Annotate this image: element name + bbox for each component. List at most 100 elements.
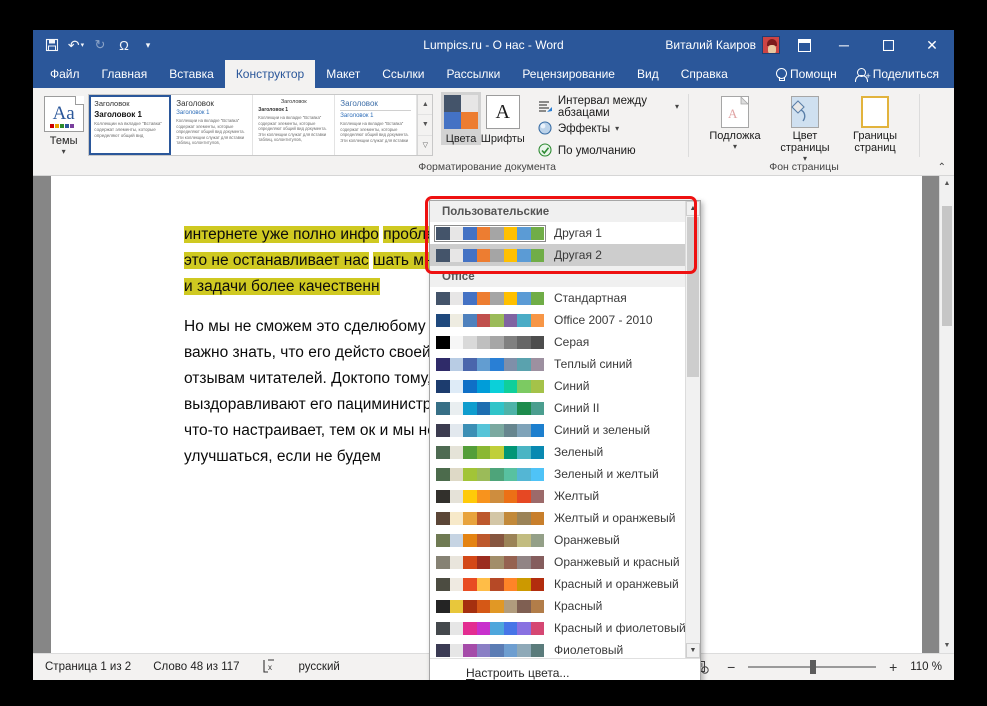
customize-qat-icon[interactable]: ▾ bbox=[137, 34, 159, 56]
customize-colors-button[interactable]: Настроить цвета... bbox=[430, 659, 700, 680]
effects-button[interactable]: Эффекты ▾ bbox=[535, 119, 682, 138]
save-icon[interactable] bbox=[41, 34, 63, 56]
chevron-down-icon[interactable]: ▾ bbox=[675, 102, 679, 111]
page-borders-button[interactable]: Границы страниц bbox=[841, 92, 909, 154]
theme-color-label: Синий и зеленый bbox=[554, 423, 650, 437]
zoom-out-button[interactable]: − bbox=[724, 659, 738, 675]
page-indicator[interactable]: Страница 1 из 2 bbox=[45, 661, 131, 673]
ribbon-tabs: Файл Главная Вставка Конструктор Макет С… bbox=[33, 60, 954, 88]
tab-file[interactable]: Файл bbox=[39, 60, 91, 88]
scroll-up-icon[interactable]: ▲ bbox=[940, 176, 954, 191]
tab-review[interactable]: Рецензирование bbox=[511, 60, 626, 88]
theme-color-item[interactable]: Синий II bbox=[430, 397, 700, 419]
theme-color-label: Оранжевый bbox=[554, 533, 620, 547]
style-subtitle: Заголовок 1 bbox=[94, 110, 165, 119]
style-set-gallery: Заголовок Заголовок 1 Коллекции на вклад… bbox=[88, 94, 433, 156]
watermark-caret-icon[interactable]: ▾ bbox=[733, 143, 737, 151]
style-title: Заголовок bbox=[176, 99, 247, 108]
tab-layout[interactable]: Макет bbox=[315, 60, 371, 88]
style-set-item[interactable]: Заголовок Заголовок 1 Коллекции на вклад… bbox=[335, 95, 417, 155]
document-scrollbar[interactable]: ▲ ▼ bbox=[939, 176, 954, 653]
zoom-level[interactable]: 110 % bbox=[910, 661, 942, 673]
tab-design[interactable]: Конструктор bbox=[225, 60, 315, 88]
page-color-button[interactable]: Цвет страницы ▾ bbox=[771, 92, 839, 163]
theme-color-item[interactable]: Теплый синий bbox=[430, 353, 700, 375]
svg-text:A: A bbox=[728, 106, 738, 121]
watermark-button[interactable]: A Подложка ▾ bbox=[701, 92, 769, 151]
tab-home[interactable]: Главная bbox=[91, 60, 159, 88]
theme-color-swatch bbox=[436, 600, 544, 613]
theme-color-item[interactable]: Серая bbox=[430, 331, 700, 353]
tab-references[interactable]: Ссылки bbox=[371, 60, 435, 88]
paragraph-2-line-5: что-то настраивает, тем о bbox=[184, 422, 368, 439]
scrollbar-thumb[interactable] bbox=[942, 206, 952, 326]
dropdown-scroll-down-icon[interactable]: ▼ bbox=[686, 643, 700, 658]
theme-fonts-button[interactable]: A Шрифты bbox=[481, 92, 525, 145]
spell-check-icon[interactable]: x bbox=[262, 659, 277, 676]
chevron-down-icon[interactable]: ▾ bbox=[615, 124, 619, 133]
collapse-ribbon-icon[interactable]: ⌃ bbox=[938, 162, 946, 173]
symbol-omega-icon[interactable]: Ω bbox=[113, 34, 135, 56]
share-button[interactable]: + Поделиться bbox=[848, 60, 946, 88]
theme-color-item[interactable]: Оранжевый bbox=[430, 529, 700, 551]
theme-color-item[interactable]: Другая 1 bbox=[430, 222, 700, 244]
account-info[interactable]: Виталий Каиров bbox=[665, 36, 786, 54]
themes-button[interactable]: Aa Темы ▾ bbox=[39, 92, 88, 156]
theme-color-swatch bbox=[436, 512, 544, 525]
paragraph-2-line-4: выздоравливают его паци bbox=[184, 396, 371, 413]
style-set-item[interactable]: Заголовок Заголовок 1 Коллекции на вклад… bbox=[253, 95, 335, 155]
theme-colors-dropdown: ПользовательскиеДругая 1Другая 2OfficeСт… bbox=[429, 200, 701, 680]
theme-color-item[interactable]: Зеленый bbox=[430, 441, 700, 463]
word-count[interactable]: Слово 48 из 117 bbox=[153, 661, 239, 673]
gallery-scroll-up-icon[interactable]: ▲ bbox=[418, 95, 432, 115]
style-body: Коллекции на вкладке "Вставка" содержат … bbox=[258, 115, 329, 143]
tab-view[interactable]: Вид bbox=[626, 60, 670, 88]
set-as-default-button[interactable]: По умолчанию bbox=[535, 141, 682, 160]
avatar[interactable] bbox=[762, 36, 780, 54]
paragraph-2-line-1: Но мы не сможем это сдел bbox=[184, 318, 378, 335]
zoom-slider-knob[interactable] bbox=[810, 660, 816, 674]
minimize-button[interactable]: ─ bbox=[822, 30, 866, 60]
theme-color-item[interactable]: Другая 2 bbox=[430, 244, 700, 266]
style-title: Заголовок bbox=[258, 99, 329, 105]
theme-color-label: Красный и оранжевый bbox=[554, 577, 679, 591]
style-set-item[interactable]: Заголовок Заголовок 1 Коллекции на вклад… bbox=[89, 95, 171, 155]
scroll-down-icon[interactable]: ▼ bbox=[940, 638, 954, 653]
theme-color-item[interactable]: Синий и зеленый bbox=[430, 419, 700, 441]
themes-caret-icon[interactable]: ▾ bbox=[62, 148, 66, 156]
undo-icon[interactable]: ↶▾ bbox=[65, 34, 87, 56]
close-button[interactable]: ✕ bbox=[910, 30, 954, 60]
ribbon-display-options-icon[interactable] bbox=[786, 30, 822, 60]
gallery-more-icon[interactable]: ▽ bbox=[418, 136, 432, 155]
tab-insert[interactable]: Вставка bbox=[158, 60, 225, 88]
maximize-button[interactable] bbox=[866, 30, 910, 60]
theme-color-item[interactable]: Красный и оранжевый bbox=[430, 573, 700, 595]
dropdown-scrollbar-thumb[interactable] bbox=[687, 217, 699, 377]
language-indicator[interactable]: русский bbox=[299, 661, 340, 673]
tab-help[interactable]: Справка bbox=[670, 60, 739, 88]
tab-mailings[interactable]: Рассылки bbox=[435, 60, 511, 88]
theme-color-item[interactable]: Красный и фиолетовый bbox=[430, 617, 700, 639]
theme-color-item[interactable]: Синий bbox=[430, 375, 700, 397]
dropdown-scrollbar[interactable]: ▲ ▼ bbox=[685, 201, 700, 658]
theme-color-item[interactable]: Желтый и оранжевый bbox=[430, 507, 700, 529]
style-set-item[interactable]: Заголовок Заголовок 1 Коллекции на вклад… bbox=[171, 95, 253, 155]
tell-me-button[interactable]: Помощн bbox=[768, 60, 844, 88]
zoom-slider[interactable] bbox=[748, 657, 876, 677]
dropdown-scroll-up-icon[interactable]: ▲ bbox=[686, 201, 700, 216]
theme-color-item[interactable]: Оранжевый и красный bbox=[430, 551, 700, 573]
redo-icon[interactable]: ↻ bbox=[89, 34, 111, 56]
theme-color-item[interactable]: Фиолетовый bbox=[430, 639, 700, 658]
theme-color-item[interactable]: Желтый bbox=[430, 485, 700, 507]
theme-color-swatch bbox=[436, 556, 544, 569]
theme-colors-button[interactable]: Цвета bbox=[441, 92, 480, 145]
theme-color-item[interactable]: Зеленый и желтый bbox=[430, 463, 700, 485]
zoom-in-button[interactable]: + bbox=[886, 659, 900, 675]
theme-color-item[interactable]: Стандартная bbox=[430, 287, 700, 309]
theme-color-item[interactable]: Office 2007 - 2010 bbox=[430, 309, 700, 331]
paragraph-spacing-button[interactable]: Интервал между абзацами ▾ bbox=[535, 97, 682, 116]
paragraph-2-line-2: важно знать, что его дейст bbox=[184, 344, 376, 361]
theme-color-item[interactable]: Красный bbox=[430, 595, 700, 617]
paragraph-1-line-1: интернете уже полно инфо bbox=[184, 226, 379, 243]
gallery-scroll-down-icon[interactable]: ▼ bbox=[418, 115, 432, 135]
